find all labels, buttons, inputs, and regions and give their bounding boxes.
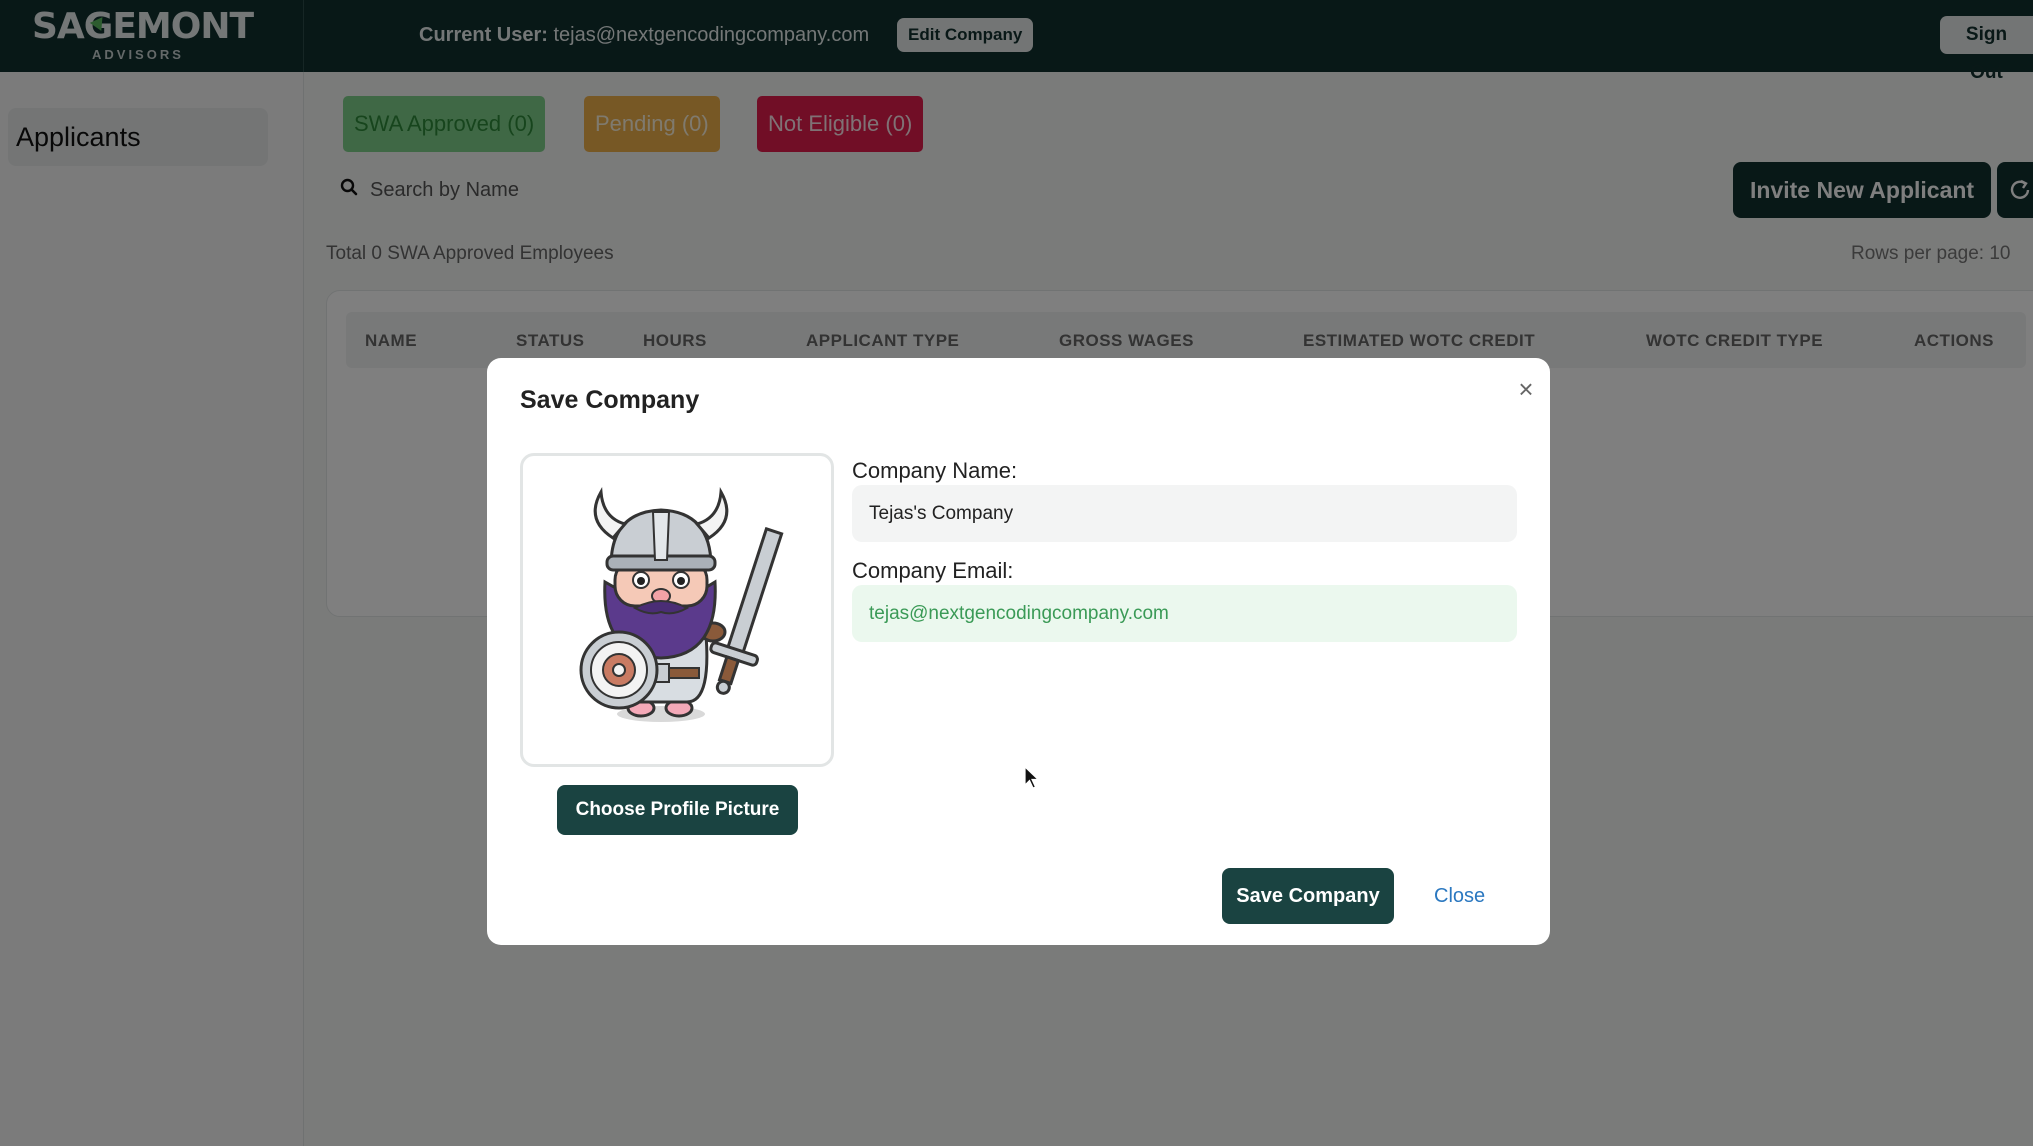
viking-avatar-icon: [579, 487, 784, 722]
mouse-cursor-icon: [1024, 766, 1040, 789]
modal-title: Save Company: [520, 386, 700, 414]
close-button[interactable]: Close: [1434, 885, 1485, 908]
company-name-label: Company Name:: [852, 458, 1018, 483]
company-email-label: Company Email:: [852, 558, 1014, 583]
save-company-button[interactable]: Save Company: [1222, 868, 1394, 924]
profile-picture: [520, 453, 834, 767]
close-icon[interactable]: ×: [1511, 374, 1541, 404]
save-company-modal: Save Company × Choose Profile Picture Co…: [487, 358, 1550, 945]
choose-profile-picture-button[interactable]: Choose Profile Picture: [557, 785, 798, 835]
company-name-input[interactable]: [852, 485, 1517, 542]
company-email-input[interactable]: [852, 585, 1517, 642]
